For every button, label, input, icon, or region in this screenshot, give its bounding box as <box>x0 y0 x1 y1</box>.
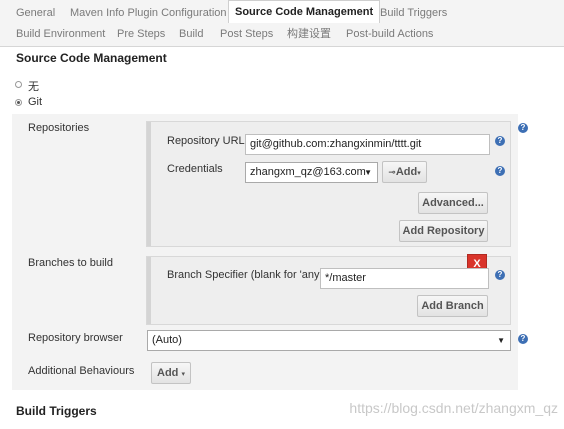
repository-browser-help-icon[interactable]: ? <box>518 334 528 344</box>
add-repository-button[interactable]: Add Repository <box>399 220 488 242</box>
tab-pre-steps[interactable]: Pre Steps <box>117 24 165 44</box>
watermark: https://blog.csdn.net/zhangxm_qz <box>349 400 558 416</box>
additional-add-label: Add <box>157 367 179 379</box>
chevron-down-icon: ▼ <box>364 168 372 177</box>
repositories-label: Repositories <box>28 122 90 134</box>
credentials-select[interactable]: zhangxm_qz@163.com ▼ <box>245 162 378 183</box>
branch-box-edge <box>147 257 151 324</box>
chevron-down-icon: ▾ <box>417 170 421 177</box>
tab-general[interactable]: General <box>16 3 55 23</box>
credentials-add-label: Add <box>395 166 418 178</box>
build-triggers-title: Build Triggers <box>16 404 97 418</box>
tab-source-code-management[interactable]: Source Code Management <box>228 0 381 23</box>
tab-build-environment[interactable]: Build Environment <box>16 24 105 44</box>
branch-specifier-help-icon[interactable]: ? <box>495 270 505 280</box>
repository-url-input[interactable]: git@github.com:zhangxinmin/tttt.git <box>245 134 490 155</box>
tab-build[interactable]: Build <box>179 24 203 44</box>
repositories-help-icon[interactable]: ? <box>518 123 528 133</box>
chevron-down-icon: ▼ <box>497 336 505 345</box>
tab-maven-info-plugin[interactable]: Maven Info Plugin Configuration <box>70 3 227 23</box>
tab-build-triggers[interactable]: Build Triggers <box>380 3 447 23</box>
tab-build-settings[interactable]: 构建设置 <box>287 24 331 44</box>
chevron-down-icon: ▾ <box>181 371 185 378</box>
scm-none-label: 无 <box>28 81 39 93</box>
config-tabbar: General Maven Info Plugin Configuration … <box>0 0 564 47</box>
repository-browser-label: Repository browser <box>28 332 123 344</box>
credentials-add-button[interactable]: ⊸Add▾ <box>382 161 427 183</box>
branch-specifier-label: Branch Specifier (blank for 'any') <box>167 269 326 281</box>
repository-browser-value: (Auto) <box>152 334 182 346</box>
scm-git-radio[interactable] <box>15 99 22 106</box>
repository-url-help-icon[interactable]: ? <box>495 136 505 146</box>
scm-none-radio[interactable] <box>15 81 22 88</box>
add-branch-button[interactable]: Add Branch <box>417 295 488 317</box>
repository-url-label: Repository URL <box>167 135 245 147</box>
scm-section-title: Source Code Management <box>16 51 167 65</box>
scm-git-label: Git <box>28 96 43 108</box>
repository-browser-select[interactable]: (Auto) ▼ <box>147 330 511 351</box>
tab-post-build-actions[interactable]: Post-build Actions <box>346 24 433 44</box>
credentials-select-value: zhangxm_qz@163.com <box>250 166 366 178</box>
branches-label: Branches to build <box>28 257 113 269</box>
credentials-label: Credentials <box>167 163 223 175</box>
branch-specifier-input[interactable]: */master <box>320 268 489 289</box>
repository-box-edge <box>147 122 151 246</box>
tab-post-steps[interactable]: Post Steps <box>220 24 273 44</box>
key-icon: ⊸ <box>388 167 396 177</box>
advanced-button[interactable]: Advanced... <box>418 192 488 214</box>
additional-behaviours-add-button[interactable]: Add ▾ <box>151 362 191 384</box>
additional-behaviours-label: Additional Behaviours <box>28 365 135 377</box>
credentials-help-icon[interactable]: ? <box>495 166 505 176</box>
